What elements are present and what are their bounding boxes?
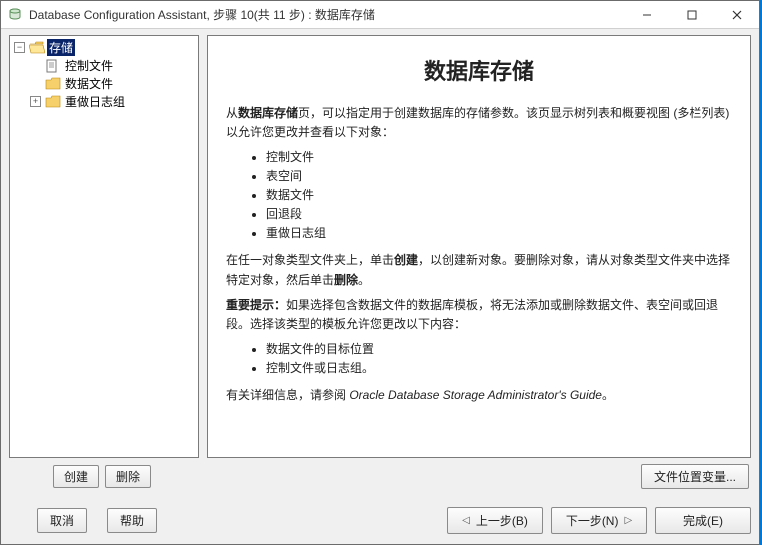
file-location-button[interactable]: 文件位置变量... bbox=[641, 464, 749, 489]
close-button[interactable] bbox=[714, 1, 759, 29]
intro-paragraph: 从数据库存储页，可以指定用于创建数据库的存储参数。该页显示树列表和概要视图 (多… bbox=[226, 104, 732, 142]
tree-pane[interactable]: − 存储 bbox=[9, 35, 199, 458]
collapse-icon[interactable]: − bbox=[14, 42, 25, 53]
list-item: 表空间 bbox=[266, 167, 732, 184]
object-list: 控制文件 表空间 数据文件 回退段 重做日志组 bbox=[226, 148, 732, 241]
chevron-left-icon: ◁ bbox=[462, 515, 470, 526]
text-bold: 创建 bbox=[394, 253, 418, 267]
help-button[interactable]: 帮助 bbox=[107, 508, 157, 533]
list-item: 回退段 bbox=[266, 205, 732, 222]
back-button[interactable]: ◁ 上一步(B) bbox=[447, 507, 543, 534]
text: 在任一对象类型文件夹上，单击 bbox=[226, 253, 394, 267]
important-paragraph: 重要提示：如果选择包含数据文件的数据库模板，将无法添加或删除数据文件、表空间或回… bbox=[226, 296, 732, 334]
footnote: 有关详细信息，请参阅 Oracle Database Storage Admin… bbox=[226, 386, 732, 405]
tree-label: 控制文件 bbox=[63, 57, 115, 74]
finish-button[interactable]: 完成(E) bbox=[655, 507, 751, 534]
spacer bbox=[30, 78, 41, 89]
minimize-button[interactable] bbox=[624, 1, 669, 29]
page-heading: 数据库存储 bbox=[226, 54, 732, 86]
folder-open-icon bbox=[29, 41, 45, 54]
next-button[interactable]: 下一步(N) ▷ bbox=[551, 507, 647, 534]
content-pane[interactable]: 数据库存储 从数据库存储页，可以指定用于创建数据库的存储参数。该页显示树列表和概… bbox=[207, 35, 751, 458]
tree-label: 重做日志组 bbox=[63, 93, 127, 110]
tree-label-root: 存储 bbox=[47, 39, 75, 56]
cancel-button[interactable]: 取消 bbox=[37, 508, 87, 533]
important-label: 重要提示： bbox=[226, 298, 286, 312]
list-item: 重做日志组 bbox=[266, 224, 732, 241]
instruction-paragraph: 在任一对象类型文件夹上，单击创建，以创建新对象。要删除对象，请从对象类型文件夹中… bbox=[226, 251, 732, 289]
button-label: 完成(E) bbox=[683, 512, 723, 529]
list-item: 数据文件 bbox=[266, 186, 732, 203]
document-icon bbox=[45, 59, 61, 72]
spacer bbox=[30, 60, 41, 71]
maximize-button[interactable] bbox=[669, 1, 714, 29]
list-item: 控制文件 bbox=[266, 148, 732, 165]
window-controls bbox=[624, 1, 759, 28]
template-list: 数据文件的目标位置 控制文件或日志组。 bbox=[226, 340, 732, 376]
tree-label: 数据文件 bbox=[63, 75, 115, 92]
button-label: 下一步(N) bbox=[566, 512, 619, 529]
guide-reference: Oracle Database Storage Administrator's … bbox=[349, 388, 602, 402]
tree-node-controlfiles[interactable]: 控制文件 bbox=[30, 57, 115, 74]
titlebar[interactable]: Database Configuration Assistant, 步骤 10(… bbox=[1, 1, 759, 29]
folder-icon bbox=[45, 95, 61, 108]
delete-button[interactable]: 删除 bbox=[105, 465, 151, 488]
text: 。 bbox=[358, 273, 370, 287]
text-bold: 数据库存储 bbox=[238, 106, 298, 120]
dialog-window: Database Configuration Assistant, 步骤 10(… bbox=[0, 0, 760, 545]
tree-node-datafiles[interactable]: 数据文件 bbox=[30, 75, 115, 92]
list-item: 控制文件或日志组。 bbox=[266, 359, 732, 376]
storage-tree: − 存储 bbox=[12, 39, 196, 110]
client-area: − 存储 bbox=[9, 35, 751, 498]
text: 有关详细信息，请参阅 bbox=[226, 388, 349, 402]
panel-action-row: 创建 删除 文件位置变量... bbox=[9, 464, 751, 489]
expand-icon[interactable]: + bbox=[30, 96, 41, 107]
tree-node-root[interactable]: − 存储 bbox=[14, 39, 75, 56]
app-icon bbox=[7, 7, 23, 23]
folder-icon bbox=[45, 77, 61, 90]
tree-node-redologs[interactable]: + 重做日志组 bbox=[30, 93, 127, 110]
wizard-button-bar: 取消 帮助 ◁ 上一步(B) 下一步(N) ▷ 完成(E) bbox=[9, 504, 751, 536]
text-bold: 删除 bbox=[334, 273, 358, 287]
text: 页，可以指定用于创建数据库的存储参数。该页显示树列表和概要视图 (多栏列表) 以… bbox=[226, 106, 729, 139]
window-title: Database Configuration Assistant, 步骤 10(… bbox=[29, 6, 624, 23]
text: 从 bbox=[226, 106, 238, 120]
text: 。 bbox=[602, 388, 614, 402]
list-item: 数据文件的目标位置 bbox=[266, 340, 732, 357]
text: 如果选择包含数据文件的数据库模板，将无法添加或删除数据文件、表空间或回退段。选择… bbox=[226, 298, 718, 331]
create-button[interactable]: 创建 bbox=[53, 465, 99, 488]
chevron-right-icon: ▷ bbox=[624, 515, 632, 526]
button-label: 上一步(B) bbox=[476, 512, 528, 529]
